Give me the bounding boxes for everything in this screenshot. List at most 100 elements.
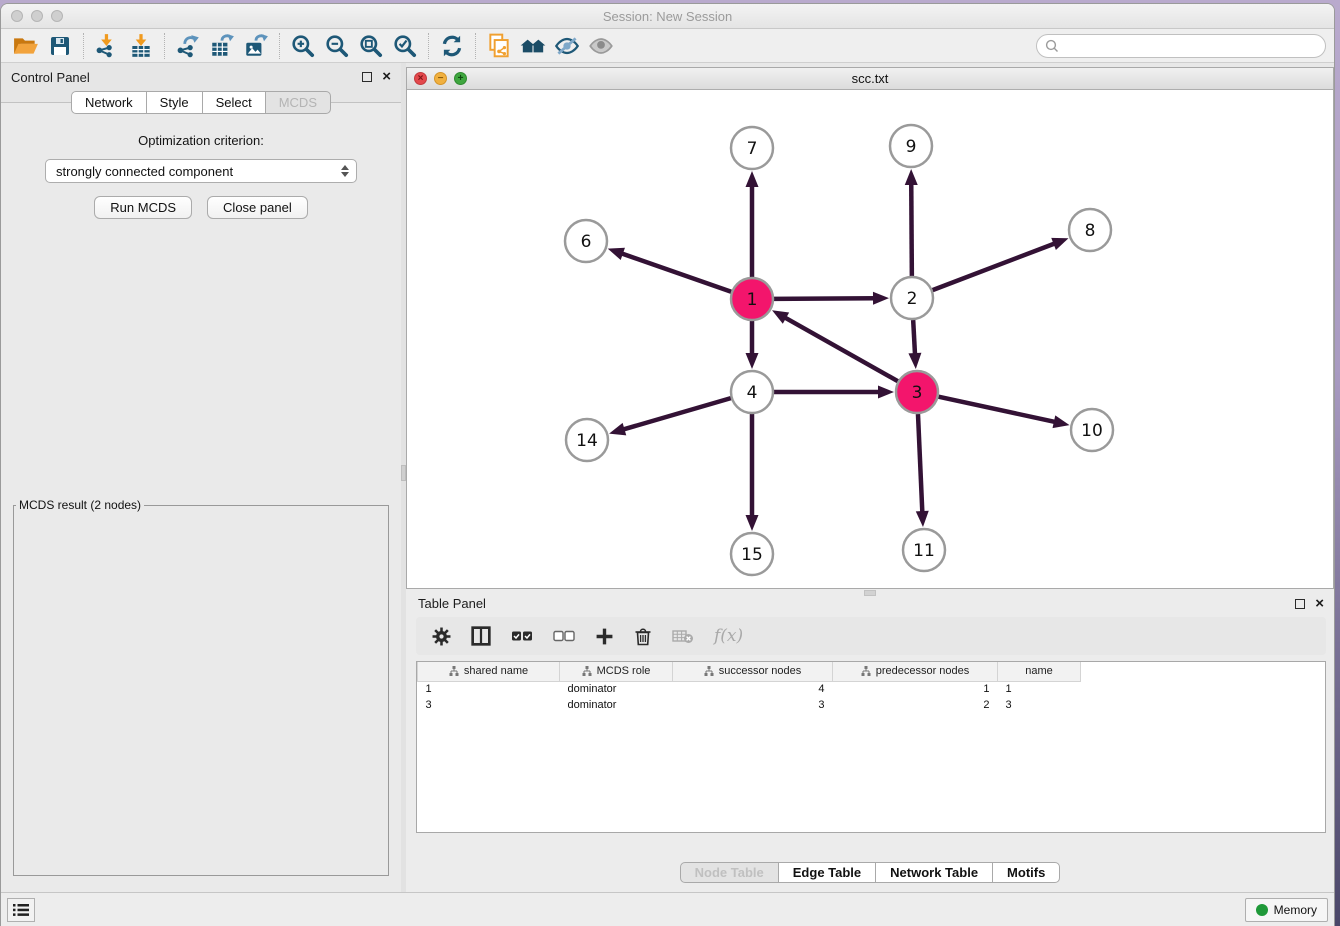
eye-slash-icon [553,33,581,59]
import-table-button[interactable] [124,31,158,61]
column-header-successor-nodes[interactable]: successor nodes [673,662,833,681]
memory-button[interactable]: Memory [1245,898,1328,922]
export-network-icon [175,33,201,59]
table-cell[interactable]: 3 [418,697,560,713]
zoom-out-button[interactable] [320,31,354,61]
delete-row-button[interactable] [634,627,652,646]
first-neighbors-button[interactable] [516,31,550,61]
column-header-predecessor-nodes[interactable]: predecessor nodes [833,662,998,681]
function-builder-button[interactable]: f(x) [714,626,743,646]
table-row[interactable]: 1dominator411 [418,681,1081,697]
graph-node-4[interactable]: 4 [731,371,773,413]
graph-node-10[interactable]: 10 [1071,409,1113,451]
table-cell[interactable]: 2 [833,697,998,713]
graph-node-14[interactable]: 14 [566,419,608,461]
table-row[interactable]: 3dominator323 [418,697,1081,713]
tab-network-table[interactable]: Network Table [875,862,993,883]
toolbar-separator [83,33,84,59]
table-cell[interactable]: 3 [998,697,1081,713]
task-history-button[interactable] [7,898,35,922]
save-session-button[interactable] [43,31,77,61]
graph-edge-2-3[interactable] [913,320,915,356]
table-cell[interactable]: 1 [998,681,1081,697]
graph-edge-3-11[interactable] [918,414,922,514]
column-header-name[interactable]: name [998,662,1081,681]
duplicate-network-button[interactable] [482,31,516,61]
export-network-button[interactable] [171,31,205,61]
network-graph[interactable]: 7 9 6 8 1 2 4 3 14 10 15 11 [407,90,1335,588]
zoom-selected-button[interactable] [388,31,422,61]
table-cell[interactable]: dominator [560,697,673,713]
select-all-button[interactable] [511,629,533,643]
deselect-all-button[interactable] [553,629,575,643]
graph-edge-2-8[interactable] [933,243,1057,290]
control-panel-tabs: NetworkStyleSelectMCDS [1,91,401,114]
graph-node-9[interactable]: 9 [890,125,932,167]
show-all-button[interactable] [584,31,618,61]
table-cell[interactable]: 3 [673,697,833,713]
zoom-fit-button[interactable] [354,31,388,61]
svg-text:15: 15 [741,545,763,565]
column-header-shared-name[interactable]: shared name [418,662,560,681]
network-canvas[interactable]: 7 9 6 8 1 2 4 3 14 10 15 11 [407,90,1333,588]
graph-edge-3-1[interactable] [783,317,897,382]
criterion-select[interactable]: strongly connected component [45,159,357,183]
graph-node-15[interactable]: 15 [731,533,773,575]
graph-node-1[interactable]: 1 [731,278,773,320]
graph-node-6[interactable]: 6 [565,220,607,262]
import-network-button[interactable] [90,31,124,61]
graph-node-11[interactable]: 11 [903,529,945,571]
toggle-columns-button[interactable] [471,626,491,646]
table-settings-button[interactable] [432,627,451,646]
delete-table-button[interactable] [672,628,694,644]
control-panel-title: Control Panel [11,70,90,85]
zoom-in-button[interactable] [286,31,320,61]
tab-edge-table[interactable]: Edge Table [778,862,876,883]
tab-mcds[interactable]: MCDS [265,91,331,114]
run-mcds-button[interactable]: Run MCDS [94,196,192,219]
list-icon [13,903,29,917]
window-title: Session: New Session [1,9,1334,24]
graph-edge-1-2[interactable] [774,298,876,299]
apply-layout-button[interactable] [435,31,469,61]
table-cell[interactable]: 4 [673,681,833,697]
column-header-mcds-role[interactable]: MCDS role [560,662,673,681]
hierarchy-icon [704,666,714,676]
graph-node-8[interactable]: 8 [1069,209,1111,251]
graph-node-7[interactable]: 7 [731,127,773,169]
add-row-button[interactable] [595,627,614,646]
graph-node-3[interactable]: 3 [896,371,938,413]
import-network-icon [94,33,120,59]
horizontal-splitter-grip[interactable] [864,590,876,596]
tab-select[interactable]: Select [202,91,266,114]
graph-edge-2-9[interactable] [911,182,912,276]
save-icon [48,34,72,58]
table-tabs: Node TableEdge TableNetwork TableMotifs [406,862,1334,883]
hide-selected-button[interactable] [550,31,584,61]
table-toolbar: f(x) [416,617,1326,655]
close-panel-button[interactable]: Close panel [207,196,308,219]
search-box[interactable] [1036,34,1326,58]
graph-edge-1-6[interactable] [620,253,731,292]
graph-node-2[interactable]: 2 [891,277,933,319]
tab-style[interactable]: Style [146,91,203,114]
tab-motifs[interactable]: Motifs [992,862,1060,883]
open-session-button[interactable] [9,31,43,61]
tab-network[interactable]: Network [71,91,147,114]
node-table[interactable]: shared nameMCDS rolesuccessor nodesprede… [416,661,1326,833]
close-panel-icon[interactable]: × [382,72,391,82]
float-table-panel-icon[interactable] [1295,599,1305,609]
float-panel-icon[interactable] [362,72,372,82]
table-cell[interactable]: 1 [418,681,560,697]
table-cell[interactable]: 1 [833,681,998,697]
close-table-panel-icon[interactable]: × [1315,599,1324,609]
tab-node-table[interactable]: Node Table [680,862,779,883]
table-cell[interactable]: dominator [560,681,673,697]
graph-edge-4-14[interactable] [622,398,731,430]
export-image-button[interactable] [239,31,273,61]
export-table-button[interactable] [205,31,239,61]
search-input[interactable] [1059,39,1317,53]
splitter-grip[interactable] [401,465,406,481]
svg-text:1: 1 [747,290,758,310]
graph-edge-3-10[interactable] [938,397,1056,423]
